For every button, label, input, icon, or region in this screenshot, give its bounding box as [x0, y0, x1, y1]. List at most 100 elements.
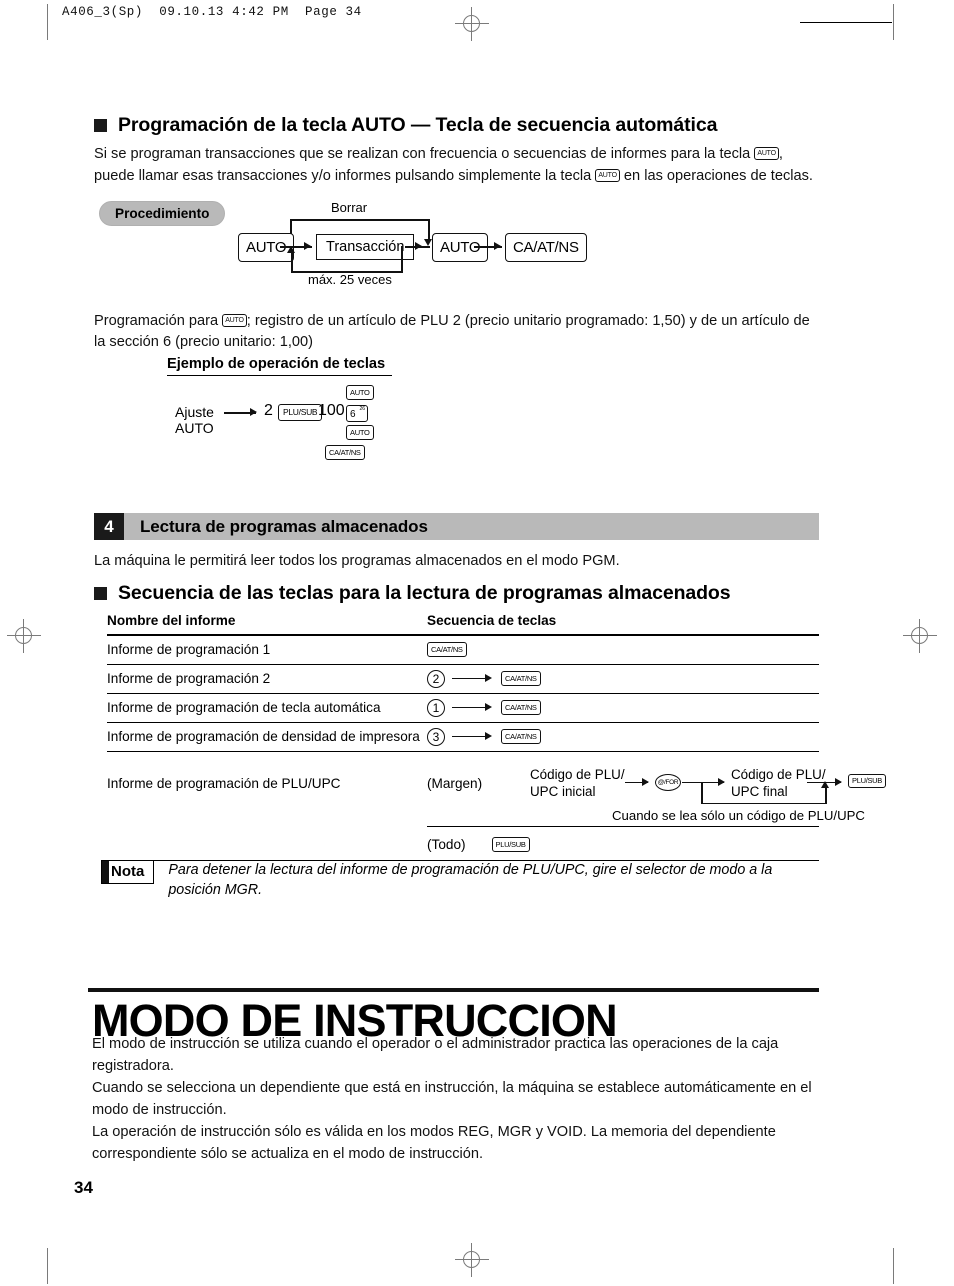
- auto-key-heading-text: Programación de la tecla AUTO — Tecla de…: [118, 114, 718, 136]
- section-4-title: Lectura de programas almacenados: [124, 513, 819, 540]
- table-header-row: Nombre del informe Secuencia de teclas: [107, 613, 819, 634]
- auto2-to-caatns-arrow: [494, 242, 501, 250]
- auto-key-heading: Programación de la tecla AUTO — Tecla de…: [94, 114, 717, 137]
- chapter-paragraph-3-line-2: correspondiente sólo se actualiza en el …: [92, 1146, 484, 1162]
- registration-mark-right: [903, 619, 937, 653]
- example-paragraph-line-2: la sección 6 (precio unitario: 1,00): [94, 334, 314, 350]
- section-4-band: 4 Lectura de programas almacenados: [94, 513, 819, 540]
- example-department-6-superscript: 26: [359, 406, 365, 412]
- example-adjust-label-line1: Ajuste: [175, 404, 214, 420]
- document-page: A406_3(Sp) 09.10.13 4:42 PM Page 34 Prog…: [0, 0, 954, 1286]
- row3-caatns-key: CA/AT/NS: [501, 700, 541, 715]
- auto-intro-line-1-text-b: ,: [778, 146, 783, 162]
- auto-intro-line-2-text-a: puede llamar esas transacciones y/o info…: [94, 168, 592, 184]
- table-col2-header: Secuencia de teclas: [427, 613, 557, 628]
- square-bullet-icon-2: [94, 587, 107, 600]
- row2-caatns-key: CA/AT/NS: [501, 671, 541, 686]
- table-row: Informe de programación 1 CA/AT/NS: [107, 636, 819, 664]
- loop-left-vertical: [291, 252, 293, 272]
- plu-arrow1-head: [642, 777, 649, 786]
- crop-mark-bottom-right-vertical: [893, 1248, 894, 1284]
- procedure-label-pill: Procedimiento: [99, 201, 226, 226]
- plu-bypass-left-vertical: [701, 781, 703, 804]
- page-number: 34: [74, 1178, 93, 1197]
- example-paragraph-line-1: Programación para AUTO; registro de un a…: [94, 311, 810, 332]
- key-sequence-subheading-text: Secuencia de las teclas para la lectura …: [118, 582, 731, 604]
- plu-end-code-line2: UPC final: [731, 783, 788, 799]
- plu-single-code-note: Cuando se lea sólo un código de PLU/UPC: [612, 807, 865, 823]
- example-arrow-head: [250, 408, 257, 416]
- clear-path-arrow-down: [424, 239, 432, 246]
- diagram-max-times-label: máx. 25 veces: [308, 272, 392, 287]
- plu-end-code-line1: Código de PLU/: [731, 766, 826, 782]
- plu-at-for-key: @/FOR: [655, 773, 681, 791]
- table-row: Informe de programación de tecla automát…: [107, 694, 819, 722]
- plu-arrow2-head: [718, 777, 725, 786]
- example-auto-key-top: AUTO: [346, 385, 374, 400]
- chapter-paragraph-3-line-1: La operación de instrucción sólo es váli…: [92, 1124, 776, 1140]
- header-rule: [800, 22, 892, 23]
- example-plusub-key: PLU/SUB: [278, 404, 323, 421]
- table-col1-header: Nombre del informe: [107, 613, 236, 628]
- example-department-6-key: 6 26: [346, 405, 368, 422]
- auto-intro-line-2-text-b: en las operaciones de teclas.: [623, 168, 813, 184]
- row2-arrow-icon: [452, 674, 494, 684]
- crop-mark-top-left-vertical: [47, 4, 48, 40]
- row1-caatns-key: CA/AT/NS: [427, 642, 467, 657]
- plu-start-code-line2: UPC inicial: [530, 783, 596, 799]
- example-department-6-number: 6: [350, 409, 356, 420]
- auto-intro-line-2: puede llamar esas transacciones y/o info…: [94, 166, 813, 187]
- chapter-paragraph-1-line-2: registradora.: [92, 1058, 174, 1074]
- row4-caatns-key: CA/AT/NS: [501, 729, 541, 744]
- plu-start-code-line1: Código de PLU/: [530, 766, 625, 782]
- row2-number-key: 2: [427, 669, 445, 688]
- note-block: Nota Para detener la lectura del informe…: [101, 860, 828, 900]
- procedure-transaction-box: Transacción: [316, 234, 415, 260]
- chapter-paragraph-1-line-1: El modo de instrucción se utiliza cuando…: [92, 1036, 779, 1052]
- procedure-caatns-key: CA/AT/NS: [505, 233, 587, 262]
- auto-intro-line-1: Si se programan transacciones que se rea…: [94, 144, 783, 165]
- section-4-intro: La máquina le permitirá leer todos los p…: [94, 553, 620, 569]
- plu-bypass-right-vertical: [825, 787, 827, 804]
- plu-row-name: Informe de programación de PLU/UPC: [107, 775, 341, 791]
- auto-intro-line-1-text-a: Si se programan transacciones que se rea…: [94, 146, 751, 162]
- registration-mark-top: [455, 7, 489, 41]
- registration-mark-left: [7, 619, 41, 653]
- table-row-name: Informe de programación de tecla automát…: [107, 700, 381, 716]
- clear-path-right-vertical: [428, 219, 430, 241]
- plu-bypass-arrow-up: [821, 780, 829, 788]
- note-text: Para detener la lectura del informe de p…: [168, 862, 773, 898]
- row3-arrow-icon: [452, 703, 494, 713]
- section-4-number: 4: [94, 513, 124, 540]
- plu-plusub-key: PLU/SUB: [848, 773, 886, 789]
- example-auto-key-bottom: AUTO: [346, 425, 374, 440]
- plu-all-label: (Todo): [427, 837, 466, 853]
- clear-path-horizontal: [290, 219, 430, 221]
- auto-key-glyph-inline-1: AUTO: [754, 146, 779, 160]
- table-row-todo: (Todo) PLU/SUB: [107, 830, 819, 860]
- plu-inner-rule: [427, 825, 819, 827]
- diagram-clear-label: Borrar: [331, 200, 368, 215]
- crop-mark-top-right-vertical: [893, 4, 894, 40]
- example-caatns-key: CA/AT/NS: [325, 445, 365, 460]
- chapter-top-rule: [88, 988, 819, 992]
- table-row-name: Informe de programación 2: [107, 671, 271, 687]
- example-adjust-label-line2: AUTO: [175, 420, 214, 436]
- example-operation-heading: Ejemplo de operación de teclas: [167, 356, 392, 376]
- loop-arrow-up: [287, 246, 295, 253]
- row4-number-key: 3: [427, 727, 445, 746]
- example-paragraph-text-b: ; registro de un artículo de PLU 2 (prec…: [246, 313, 810, 329]
- plu-upc-row: Informe de programación de PLU/UPC (Marg…: [107, 752, 886, 830]
- row3-number-key: 1: [427, 698, 445, 717]
- auto-key-glyph-inline-2: AUTO: [595, 168, 620, 182]
- transaction-to-auto2-arrow: [415, 242, 422, 250]
- example-number-2: 2: [264, 402, 273, 419]
- key-sequence-subheading: Secuencia de las teclas para la lectura …: [94, 582, 731, 605]
- plu-arrow3-head: [835, 777, 842, 786]
- report-sequence-table: Nombre del informe Secuencia de teclas I…: [107, 613, 886, 862]
- plu-range-label: (Margen): [427, 775, 483, 791]
- table-row: Informe de programación de densidad de i…: [107, 723, 819, 751]
- chapter-paragraph-2-line-2: modo de instrucción.: [92, 1102, 227, 1118]
- square-bullet-icon: [94, 119, 107, 132]
- plu-all-plusub-key: PLU/SUB: [491, 837, 530, 852]
